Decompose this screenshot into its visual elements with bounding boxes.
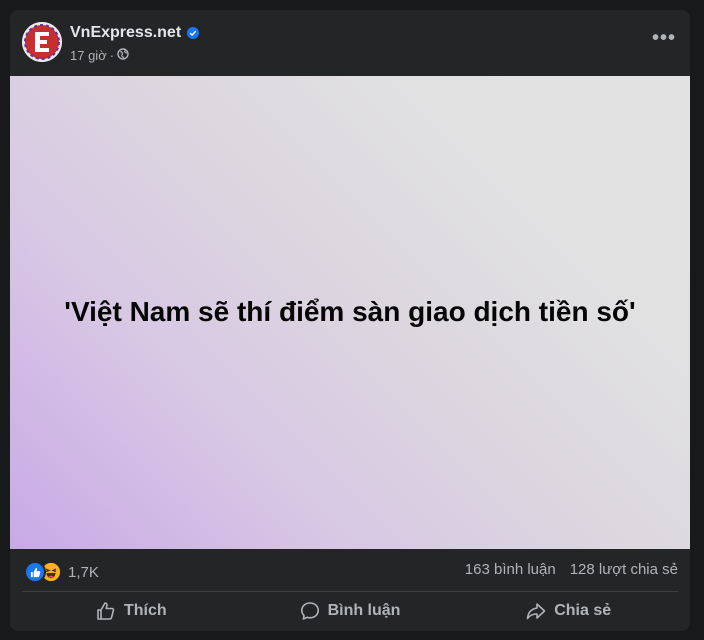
post-headline: 'Việt Nam sẽ thí điểm sàn giao dịch tiền… (64, 296, 636, 327)
comment-icon (300, 602, 319, 620)
comment-button-label: Bình luận (327, 602, 401, 619)
globe-icon (117, 48, 129, 63)
share-count[interactable]: 128 lượt chia sẻ (570, 561, 678, 578)
like-button-label: Thích (124, 602, 167, 619)
post-meta: 17 giờ · (70, 48, 129, 63)
more-options-icon[interactable]: ••• (652, 28, 676, 48)
vnexpress-logo-icon (22, 22, 62, 62)
reactions-summary[interactable]: 1,7K (24, 561, 99, 583)
reaction-count[interactable]: 1,7K (68, 564, 99, 581)
comment-button[interactable]: Bình luận (241, 593, 460, 629)
share-button[interactable]: Chia sẻ (459, 593, 678, 629)
engagement-counts: 163 bình luận 128 lượt chia sẻ (451, 561, 678, 578)
actions-divider (22, 591, 678, 592)
post-card: VnExpress.net 17 giờ · ••• 'Việt Nam sẽ … (10, 10, 690, 631)
page-name-text[interactable]: VnExpress.net (70, 24, 181, 42)
thumbs-up-icon (97, 602, 115, 620)
post-image[interactable]: 'Việt Nam sẽ thí điểm sàn giao dịch tiền… (10, 76, 690, 549)
post-time[interactable]: 17 giờ (70, 48, 107, 63)
verified-badge-icon (187, 27, 200, 39)
like-button[interactable]: Thích (22, 593, 241, 629)
post-stats: 1,7K 163 bình luận 128 lượt chia sẻ (10, 549, 690, 591)
post-actions: Thích Bình luận Chia sẻ (22, 593, 678, 629)
page-avatar[interactable] (22, 22, 62, 62)
like-icon (24, 561, 46, 583)
share-arrow-icon (526, 603, 546, 620)
meta-separator: · (109, 48, 115, 63)
share-button-label: Chia sẻ (554, 602, 612, 619)
post-header: VnExpress.net 17 giờ · ••• (10, 10, 690, 76)
page-name[interactable]: VnExpress.net (70, 24, 200, 42)
comment-count[interactable]: 163 bình luận (465, 561, 556, 578)
